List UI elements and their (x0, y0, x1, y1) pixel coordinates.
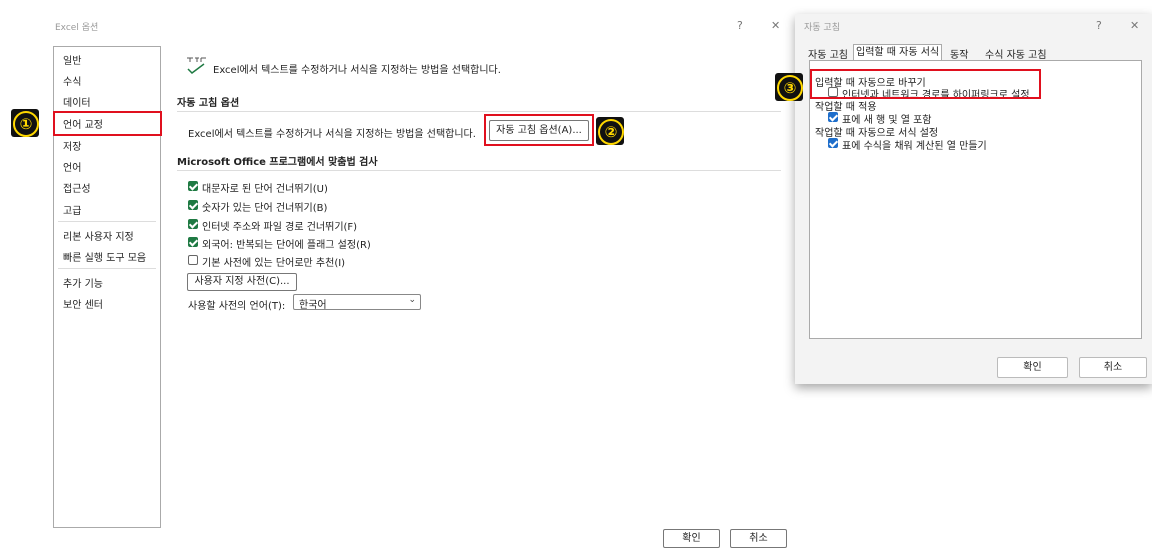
tab-autoformat-as-you-type[interactable]: 입력할 때 자동 서식 (853, 44, 943, 61)
custom-dictionaries-button[interactable]: 사용자 지정 사전(C)... (187, 273, 297, 291)
cancel-button[interactable]: 취소 (1079, 357, 1147, 378)
tab-autocorrect[interactable]: 자동 고침 (808, 46, 848, 61)
nav-item-general[interactable]: 일반 (63, 52, 81, 67)
flag-repeated-checkbox[interactable] (188, 237, 198, 247)
help-button[interactable]: ? (737, 19, 743, 32)
ok-button[interactable]: 확인 (663, 529, 720, 548)
nav-item-data[interactable]: 데이터 (63, 94, 91, 109)
nav-item-customize-ribbon[interactable]: 리본 사용자 지정 (63, 228, 134, 243)
autocorrect-section-title: 자동 고침 옵션 (177, 98, 240, 109)
close-button[interactable]: ✕ (771, 19, 780, 32)
nav-item-accessibility[interactable]: 접근성 (63, 180, 91, 195)
nav-item-advanced[interactable]: 고급 (63, 202, 81, 217)
nav-item-formulas[interactable]: 수식 (63, 73, 81, 88)
step-number: ③ (777, 75, 803, 101)
tab-math-autocorrect[interactable]: 수식 자동 고침 (985, 46, 1047, 61)
ignore-uppercase-checkbox[interactable] (188, 181, 198, 191)
step-badge-1: ① (11, 109, 39, 137)
tab-panel: 입력할 때 자동으로 바꾸기 인터넷과 네트워크 경로를 하이퍼링크로 설정 작… (809, 60, 1142, 339)
proofing-icon (187, 57, 206, 74)
ignore-internet-checkbox[interactable] (188, 219, 198, 229)
ignore-internet-label: 인터넷 주소와 파일 경로 건너뛰기(F) (202, 222, 358, 233)
main-dictionary-only-checkbox[interactable] (188, 255, 198, 265)
help-button[interactable]: ? (1096, 19, 1102, 32)
main-dictionary-only-label: 기본 사전에 있는 단어로만 추천(I) (202, 258, 346, 269)
excel-options-dialog: Excel 옵션 ? ✕ 일반 수식 데이터 언어 교정 저장 언어 접근성 고… (0, 0, 795, 552)
dictionary-language-value: 한국어 (299, 300, 327, 311)
section-divider (177, 111, 781, 112)
include-new-rows-checkbox[interactable] (828, 112, 838, 122)
step-badge-3: ③ (775, 73, 803, 101)
nav-item-addins[interactable]: 추가 기능 (63, 275, 103, 290)
ok-button[interactable]: 확인 (997, 357, 1068, 378)
calculated-columns-checkbox[interactable] (828, 138, 838, 148)
dictionary-language-select[interactable]: 한국어 ⌄ (293, 294, 421, 311)
cancel-button[interactable]: 취소 (730, 529, 787, 548)
dialog-title: Excel 옵션 (55, 23, 99, 33)
chevron-down-icon: ⌄ (408, 295, 416, 305)
tab-actions[interactable]: 동작 (950, 46, 968, 61)
nav-divider (58, 268, 156, 269)
flag-repeated-label: 외국어: 반복되는 단어에 플래그 설정(R) (202, 240, 371, 251)
ignore-numbers-label: 숫자가 있는 단어 건너뛰기(B) (202, 203, 328, 214)
spelling-section-title: Microsoft Office 프로그램에서 맞춤법 검사 (177, 157, 378, 168)
highlight-box-autocorrect-button (484, 114, 594, 146)
close-button[interactable]: ✕ (1130, 19, 1139, 32)
nav-item-language[interactable]: 언어 (63, 159, 81, 174)
autocorrect-dialog-title: 자동 고침 (804, 23, 840, 33)
nav-divider (58, 221, 156, 222)
highlight-box-hyperlink-option (810, 69, 1041, 99)
ignore-uppercase-label: 대문자로 된 단어 건너뛰기(U) (202, 184, 328, 195)
dictionary-language-label: 사용할 사전의 언어(T): (188, 301, 286, 312)
section-divider (177, 170, 781, 171)
autocorrect-description: Excel에서 텍스트를 수정하거나 서식을 지정하는 방법을 선택합니다. (188, 129, 476, 140)
ignore-numbers-checkbox[interactable] (188, 200, 198, 210)
calculated-columns-label: 표에 수식을 채워 계산된 열 만들기 (842, 141, 987, 152)
header-description: Excel에서 텍스트를 수정하거나 서식을 지정하는 방법을 선택합니다. (213, 65, 501, 76)
step-number: ① (13, 111, 39, 137)
step-badge-2: ② (596, 117, 624, 145)
nav-item-quick-access-toolbar[interactable]: 빠른 실행 도구 모음 (63, 249, 146, 264)
nav-item-trust-center[interactable]: 보안 센터 (63, 296, 103, 311)
nav-item-save[interactable]: 저장 (63, 138, 81, 153)
step-number: ② (598, 119, 624, 145)
highlight-box-proofing (53, 111, 162, 136)
